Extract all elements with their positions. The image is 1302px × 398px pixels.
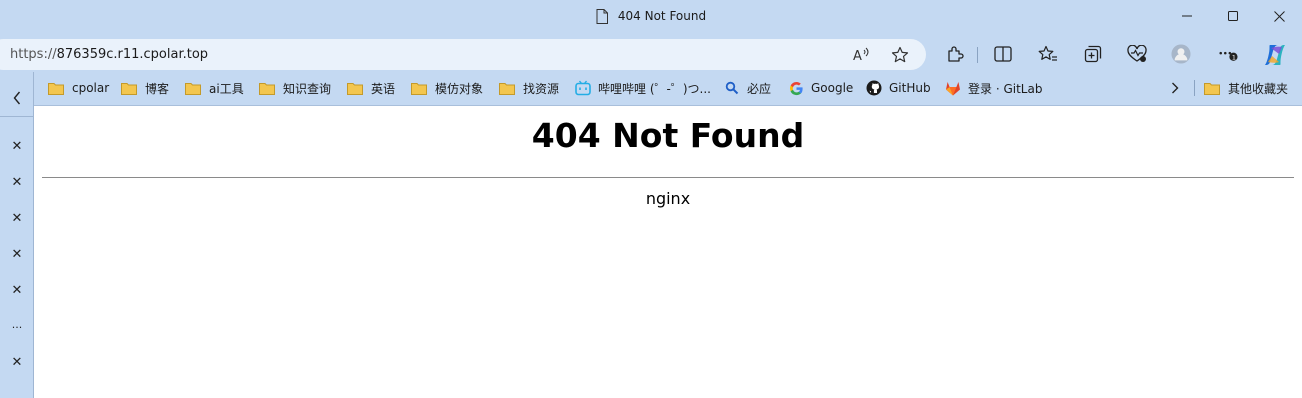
- content-divider: [42, 177, 1294, 178]
- bookmark-label: ai工具: [209, 81, 244, 96]
- favorite-button[interactable]: [890, 45, 910, 65]
- maximize-icon: [1228, 11, 1238, 21]
- heart-pulse-icon: [1127, 45, 1147, 62]
- bing-search-icon: [724, 80, 740, 96]
- maximize-button[interactable]: [1210, 0, 1256, 32]
- bookmarks-divider: [1194, 80, 1195, 96]
- bookmarks-overflow-button[interactable]: [1170, 78, 1180, 98]
- bookmark-label: 知识查询: [283, 81, 332, 96]
- folder-icon: [1204, 82, 1220, 95]
- url-host: 876359c.r11.cpolar.top: [56, 47, 209, 62]
- bookmark-label: 其他收藏夹: [1228, 81, 1289, 96]
- collapse-sidebar-button[interactable]: [0, 86, 34, 110]
- page-icon: [596, 8, 608, 24]
- avatar-icon: [1171, 44, 1191, 64]
- bilibili-icon: [575, 80, 591, 96]
- bookmark-label: 博客: [145, 81, 170, 96]
- bookmark-knowledge[interactable]: 知识查询: [259, 78, 331, 98]
- gitlab-icon: [945, 80, 961, 96]
- copilot-icon: [1265, 45, 1285, 65]
- folder-icon: [499, 82, 515, 95]
- bookmark-label: cpolar: [72, 81, 110, 95]
- bookmark-label: 找资源: [523, 81, 560, 96]
- server-name: nginx: [645, 189, 691, 208]
- browser-toolbar: https://876359c.r11.cpolar.top A 1: [0, 36, 1302, 72]
- folder-icon: [259, 82, 275, 95]
- folder-icon: [411, 82, 427, 95]
- window-title-text: 404 Not Found: [617, 9, 707, 23]
- url-text[interactable]: https://876359c.r11.cpolar.top: [10, 39, 208, 70]
- bookmark-bing[interactable]: 必应: [724, 78, 771, 98]
- vertical-tabs-sidebar: ✕ ✕ ✕ ✕ ✕ ... ✕: [0, 72, 34, 398]
- bookmark-github[interactable]: GitHub: [866, 78, 931, 98]
- browser-essentials-button[interactable]: [1127, 44, 1147, 64]
- bookmark-label: 英语: [371, 81, 396, 96]
- collections-button[interactable]: [1083, 44, 1103, 64]
- svg-text:1: 1: [1232, 54, 1236, 61]
- page-content: 404 Not Found nginx: [34, 105, 1302, 398]
- other-bookmarks-folder[interactable]: 其他收藏夹: [1204, 78, 1288, 98]
- copilot-button[interactable]: [1262, 42, 1288, 68]
- minimize-button[interactable]: [1164, 0, 1210, 32]
- bookmark-label: 登录 · GitLab: [968, 81, 1043, 96]
- address-bar[interactable]: https://876359c.r11.cpolar.top A: [0, 39, 926, 70]
- star-icon: [891, 46, 909, 63]
- title-bar: 404 Not Found: [0, 0, 1302, 32]
- sidebar-divider: [0, 116, 34, 117]
- bookmark-label: 哔哩哔哩 (゜-゜)つ...: [598, 81, 711, 96]
- tab-close-button[interactable]: ✕: [0, 242, 34, 266]
- github-icon: [866, 80, 882, 96]
- bookmarks-bar: cpolar 博客 ai工具 知识查询 英语 模仿对象 找资源 哔哩哔哩 (゜-…: [0, 72, 1302, 104]
- tab-more-indicator[interactable]: ...: [0, 312, 34, 336]
- window-title: 404 Not Found: [0, 0, 1302, 32]
- puzzle-icon: [948, 46, 964, 62]
- tab-close-button[interactable]: ✕: [0, 170, 34, 194]
- split-screen-button[interactable]: [993, 44, 1013, 64]
- extensions-button[interactable]: [945, 44, 965, 64]
- bookmark-resources[interactable]: 找资源: [499, 78, 559, 98]
- profile-button[interactable]: [1171, 44, 1191, 64]
- bookmark-gitlab[interactable]: 登录 · GitLab: [945, 78, 1042, 98]
- bookmark-label: GitHub: [889, 81, 931, 95]
- bookmark-label: Google: [811, 81, 854, 95]
- tab-close-button[interactable]: ✕: [0, 350, 34, 374]
- folder-icon: [48, 82, 64, 95]
- bookmark-ai-tools[interactable]: ai工具: [185, 78, 244, 98]
- window-controls: [1164, 0, 1302, 32]
- tab-close-button[interactable]: ✕: [0, 206, 34, 230]
- url-scheme: https://: [10, 47, 57, 62]
- bookmark-blog[interactable]: 博客: [121, 78, 169, 98]
- folder-icon: [347, 82, 363, 95]
- close-button[interactable]: [1256, 0, 1302, 32]
- bookmark-label: 模仿对象: [435, 81, 484, 96]
- collections-icon: [1084, 45, 1102, 63]
- chevron-left-icon: [13, 91, 21, 105]
- more-dots-icon: 1: [1219, 51, 1238, 61]
- favorites-button[interactable]: [1038, 44, 1058, 64]
- settings-more-button[interactable]: 1: [1218, 44, 1238, 64]
- bookmark-label: 必应: [747, 81, 772, 96]
- chevron-right-icon: [1172, 82, 1179, 94]
- read-aloud-button[interactable]: A: [852, 45, 872, 65]
- bookmark-bilibili[interactable]: 哔哩哔哩 (゜-゜)つ...: [575, 78, 711, 98]
- tab-close-button[interactable]: ✕: [0, 278, 34, 302]
- minimize-icon: [1182, 15, 1192, 17]
- svg-text:A: A: [853, 49, 862, 63]
- folder-icon: [185, 82, 201, 95]
- favorites-star-icon: [1038, 45, 1057, 61]
- tab-close-button[interactable]: ✕: [0, 134, 34, 158]
- read-aloud-icon: A: [853, 47, 869, 63]
- toolbar-divider: [977, 47, 978, 63]
- bookmark-google[interactable]: Google: [788, 78, 853, 98]
- bookmark-cpolar[interactable]: cpolar: [48, 78, 109, 98]
- split-screen-icon: [994, 46, 1012, 62]
- folder-icon: [121, 82, 137, 95]
- close-icon: [1273, 10, 1285, 22]
- bookmark-english[interactable]: 英语: [347, 78, 395, 98]
- google-icon: [788, 80, 804, 96]
- page-heading: 404 Not Found: [531, 116, 805, 155]
- bookmark-imitate[interactable]: 模仿对象: [411, 78, 483, 98]
